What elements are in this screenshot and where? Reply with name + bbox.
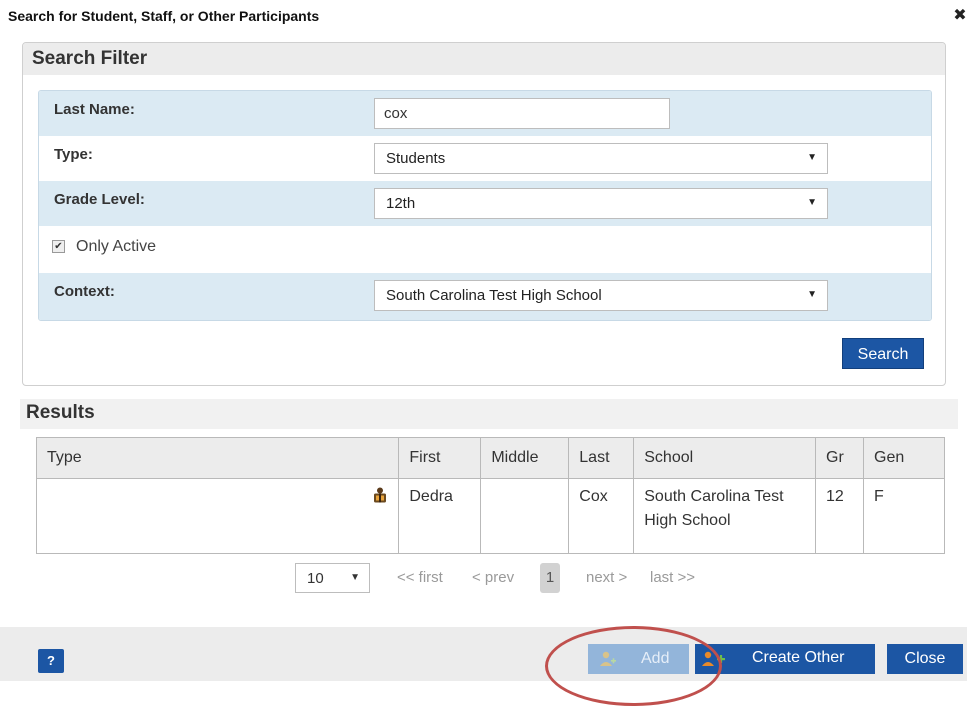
last-name-row: Last Name:	[39, 91, 931, 136]
close-icon[interactable]: ✖	[953, 8, 967, 24]
close-button[interactable]: Close	[887, 644, 963, 674]
column-header-grade[interactable]: Gr	[815, 437, 864, 479]
chevron-down-icon: ▼	[350, 572, 360, 583]
search-button[interactable]: Search	[842, 338, 924, 369]
last-name-label: Last Name:	[54, 101, 135, 118]
only-active-row: ✔ Only Active	[39, 226, 931, 273]
column-header-gender[interactable]: Gen	[863, 437, 945, 479]
only-active-checkbox[interactable]: ✔	[52, 240, 65, 253]
column-header-type[interactable]: Type	[35, 437, 400, 479]
chevron-down-icon: ▼	[807, 289, 817, 300]
last-name-cell: Cox	[568, 478, 635, 554]
results-table: Type First Middle Last School Gr Gen Ded…	[35, 437, 945, 554]
results-title: Results	[26, 402, 95, 423]
annotation-highlight-circle	[545, 626, 722, 706]
school-cell: South Carolina Test High School	[633, 478, 817, 554]
current-page[interactable]: 1	[540, 563, 560, 593]
first-name-cell: Dedra	[398, 478, 482, 554]
chevron-down-icon: ▼	[807, 197, 817, 208]
grade-level-select[interactable]: 12th ▼	[374, 188, 828, 219]
search-filter-panel: Search Filter Last Name: Type: Students …	[22, 42, 946, 386]
context-select-value: South Carolina Test High School	[386, 287, 602, 304]
grade-level-label: Grade Level:	[54, 191, 145, 208]
create-other-label: Create Other	[752, 649, 845, 666]
results-header-row: Type First Middle Last School Gr Gen	[35, 437, 945, 479]
grade-level-row: Grade Level: 12th ▼	[39, 181, 931, 226]
search-filter-header: Search Filter	[23, 43, 945, 75]
grade-cell: 12	[815, 478, 864, 554]
dialog-title-bar: Search for Student, Staff, or Other Part…	[0, 0, 967, 34]
dialog-title: Search for Student, Staff, or Other Part…	[8, 8, 320, 24]
gender-cell: F	[863, 478, 945, 554]
grade-level-select-value: 12th	[386, 195, 416, 212]
type-cell	[35, 478, 400, 554]
help-button[interactable]: ?	[38, 649, 64, 673]
results-header: Results	[20, 399, 958, 429]
context-select[interactable]: South Carolina Test High School ▼	[374, 280, 828, 311]
filter-fields: Last Name: Type: Students ▼ Grade Level:…	[38, 90, 932, 321]
last-name-input[interactable]	[374, 98, 670, 129]
page-size-value: 10	[307, 570, 324, 587]
type-label: Type:	[54, 146, 93, 163]
create-other-button[interactable]: Create Other	[695, 644, 875, 674]
column-header-middle[interactable]: Middle	[480, 437, 570, 479]
page-size-select[interactable]: 10 ▼	[295, 563, 370, 593]
search-filter-title: Search Filter	[32, 48, 148, 69]
type-select-value: Students	[386, 150, 446, 167]
only-active-label: Only Active	[76, 238, 157, 255]
table-row[interactable]: Dedra Cox South Carolina Test High Schoo…	[35, 478, 945, 554]
column-header-last[interactable]: Last	[568, 437, 635, 479]
type-row: Type: Students ▼	[39, 136, 931, 181]
student-icon	[374, 487, 387, 503]
last-page-link[interactable]: last >>	[650, 569, 695, 586]
chevron-down-icon: ▼	[807, 152, 817, 163]
prev-page-link[interactable]: < prev	[472, 569, 514, 586]
first-page-link[interactable]: << first	[397, 569, 443, 586]
context-row: Context: South Carolina Test High School…	[39, 273, 931, 320]
middle-name-cell	[480, 478, 570, 554]
column-header-school[interactable]: School	[633, 437, 817, 479]
next-page-link[interactable]: next >	[586, 569, 627, 586]
column-header-first[interactable]: First	[398, 437, 482, 479]
context-label: Context:	[54, 283, 115, 300]
type-select[interactable]: Students ▼	[374, 143, 828, 174]
